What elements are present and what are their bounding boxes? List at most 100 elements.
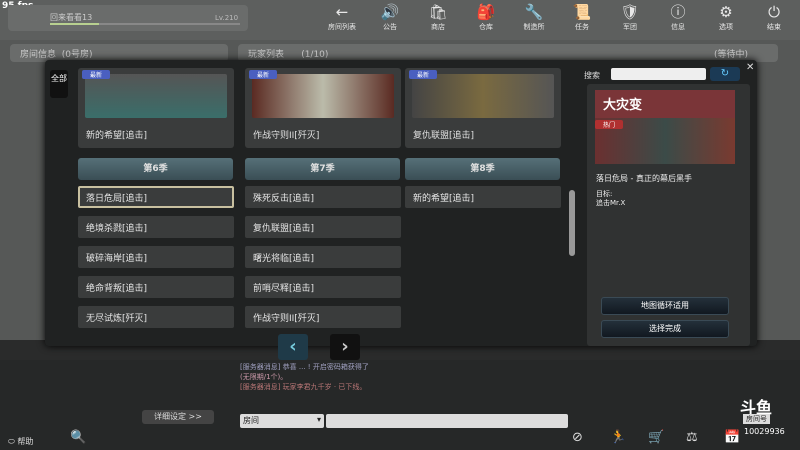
cart-icon[interactable]: 🛒 bbox=[648, 430, 664, 445]
nav-7[interactable]: ⓘ 信息 bbox=[654, 2, 702, 32]
room-info-title: 房间信息 bbox=[20, 50, 57, 60]
search-icon[interactable]: 🔍 bbox=[70, 430, 86, 445]
new-badge: 最新 bbox=[82, 70, 111, 79]
nav-icon: 🔧 bbox=[524, 3, 544, 21]
nav-label: 信息 bbox=[671, 23, 685, 31]
nav-icon: 🔊 bbox=[380, 3, 400, 21]
map-title: 复仇联盟[追击] bbox=[413, 131, 475, 141]
nav-9[interactable]: ⏻ 结束 bbox=[750, 2, 798, 32]
featured-map-card[interactable]: 最新复仇联盟[追击] bbox=[405, 68, 561, 148]
nav-label: 任务 bbox=[575, 23, 589, 31]
nav-label: 制造所 bbox=[523, 23, 545, 31]
featured-map-card[interactable]: 最新作战守则II[歼灭] bbox=[245, 68, 401, 148]
help-label: 帮助 bbox=[17, 437, 34, 446]
map-description: 落日危局 - 真正的幕后黑手 bbox=[596, 174, 692, 183]
room-status: (等待中) bbox=[713, 50, 748, 60]
mode-banner: 大灾变 bbox=[595, 90, 735, 118]
map-list-item[interactable]: 无尽试炼[歼灭] bbox=[78, 306, 234, 328]
chat-input[interactable] bbox=[326, 414, 568, 428]
season-header[interactable]: 第6季 bbox=[78, 158, 233, 180]
calendar-icon[interactable]: 📅 bbox=[724, 430, 740, 445]
nav-icon: 📜 bbox=[572, 3, 592, 21]
nav-2[interactable]: 🛍 商店 bbox=[414, 2, 462, 32]
map-list-item[interactable]: 破碎海岸[追击] bbox=[78, 246, 234, 268]
room-tag: 房间号 bbox=[743, 414, 770, 424]
nav-6[interactable]: 🛡 军团 bbox=[606, 2, 654, 32]
username: 回来看看13 bbox=[50, 13, 93, 22]
search-label: 搜索 bbox=[584, 71, 600, 80]
map-title: 新的希望[追击] bbox=[86, 131, 148, 141]
search-input[interactable] bbox=[611, 68, 706, 80]
season-header[interactable]: 第8季 bbox=[405, 158, 560, 180]
prev-page-button[interactable]: ‹ bbox=[278, 334, 308, 360]
close-icon[interactable]: ✕ bbox=[746, 62, 754, 73]
map-loop-button[interactable]: 地图循环适用 bbox=[601, 297, 729, 315]
select-done-button[interactable]: 选择完成 bbox=[601, 320, 729, 338]
nav-label: 军团 bbox=[623, 23, 637, 31]
bottom-area bbox=[0, 360, 800, 450]
map-thumbnail bbox=[85, 74, 227, 118]
xp-bar bbox=[50, 23, 240, 25]
map-list-item[interactable]: 殊死反击[追击] bbox=[245, 186, 401, 208]
hot-badge: 热门 bbox=[595, 120, 624, 129]
nav-label: 公告 bbox=[383, 23, 397, 31]
chat-line: [服务器消息] 玩家李君九千岁 · 已下线。 bbox=[240, 383, 367, 391]
new-badge: 最新 bbox=[409, 70, 438, 79]
player-count: (1/10) bbox=[301, 50, 329, 60]
nav-3[interactable]: 🎒 仓库 bbox=[462, 2, 510, 32]
list-scrollbar[interactable] bbox=[569, 190, 575, 256]
tab-all[interactable]: 全部 bbox=[50, 70, 68, 98]
map-list-item[interactable]: 绝命背叛[追击] bbox=[78, 276, 234, 298]
map-thumbnail bbox=[412, 74, 554, 118]
map-list-item[interactable]: 复仇联盟[追击] bbox=[245, 216, 401, 238]
nav-1[interactable]: 🔊 公告 bbox=[366, 2, 414, 32]
compass-icon[interactable]: ⊘ bbox=[572, 430, 583, 445]
nav-icon: ⏻ bbox=[768, 3, 780, 21]
goal-value: 追击Mr.X bbox=[596, 199, 626, 207]
help-button[interactable]: ⬭ 帮助 bbox=[8, 436, 33, 447]
nav-icon: 🛍 bbox=[428, 3, 448, 21]
room-number-label: (0号房) bbox=[61, 50, 93, 60]
scale-icon[interactable]: ⚖ bbox=[686, 430, 698, 445]
chat-line: [服务器消息] 恭喜 ... ! 开启密码箱获得了 bbox=[240, 363, 369, 371]
map-goal: 目标: 追击Mr.X bbox=[596, 190, 625, 208]
chat-line: (无限期/1个)。 bbox=[240, 373, 288, 381]
nav-label: 结束 bbox=[767, 23, 781, 31]
next-page-button[interactable]: › bbox=[330, 334, 360, 360]
season-header[interactable]: 第7季 bbox=[245, 158, 400, 180]
goal-label: 目标: bbox=[596, 190, 613, 198]
nav-label: 商店 bbox=[431, 23, 445, 31]
new-badge: 最新 bbox=[249, 70, 278, 79]
nav-8[interactable]: ⚙ 选项 bbox=[702, 2, 750, 32]
refresh-button[interactable]: ↻ bbox=[710, 67, 740, 81]
map-list-item[interactable]: 新的希望[追击] bbox=[405, 186, 561, 208]
map-list-item[interactable]: 曙光将临[追击] bbox=[245, 246, 401, 268]
nav-icon: 🛡 bbox=[620, 3, 640, 21]
room-number: 10029936 bbox=[744, 427, 785, 436]
nav-icon: ⓘ bbox=[670, 3, 686, 21]
map-title: 作战守则II[歼灭] bbox=[253, 131, 320, 141]
user-box bbox=[8, 5, 248, 31]
nav-0[interactable]: ← 房间列表 bbox=[318, 2, 366, 32]
map-list-item[interactable]: 前哨尽释[追击] bbox=[245, 276, 401, 298]
toggle-icon: ⬭ bbox=[8, 437, 15, 446]
nav-icon: 🎒 bbox=[476, 3, 496, 21]
nav-label: 房间列表 bbox=[328, 23, 356, 31]
featured-map-card[interactable]: 最新新的希望[追击] bbox=[78, 68, 234, 148]
map-list-item[interactable]: 绝境杀戮[追击] bbox=[78, 216, 234, 238]
player-list-title: 玩家列表 bbox=[248, 50, 285, 60]
nav-icon: ← bbox=[335, 3, 349, 21]
map-thumbnail bbox=[252, 74, 394, 118]
user-level: Lv.210 bbox=[215, 14, 239, 22]
nav-4[interactable]: 🔧 制造所 bbox=[510, 2, 558, 32]
nav-label: 选项 bbox=[719, 23, 733, 31]
chat-channel-select[interactable]: 房间 ▾ bbox=[240, 414, 324, 428]
nav-icon: ⚙ bbox=[719, 3, 733, 21]
nav-label: 仓库 bbox=[479, 23, 493, 31]
map-list-item[interactable]: 作战守则II[歼灭] bbox=[245, 306, 401, 328]
chat-channel-value: 房间 bbox=[243, 416, 259, 425]
detail-settings-button[interactable]: 详细设定 >> bbox=[142, 410, 214, 424]
nav-5[interactable]: 📜 任务 bbox=[558, 2, 606, 32]
map-list-item[interactable]: 落日危局[追击] bbox=[78, 186, 234, 208]
runner-icon[interactable]: 🏃 bbox=[610, 430, 626, 445]
